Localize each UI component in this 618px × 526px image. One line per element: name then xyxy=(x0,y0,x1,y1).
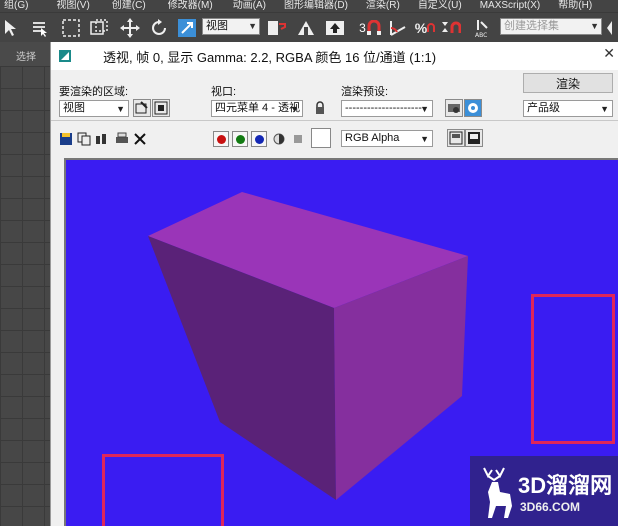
menu-maxscript[interactable]: MAXScript(X) xyxy=(476,0,545,12)
keyboard-shortcut-icon[interactable] xyxy=(324,17,346,39)
close-icon[interactable]: ✕ xyxy=(603,45,615,62)
snaps-toggle-icon[interactable]: 3 xyxy=(356,17,384,39)
render-window-title: 透视, 帧 0, 显示 Gamma: 2.2, RGBA 颜色 16 位/通道 … xyxy=(103,49,437,65)
percent-snap-icon[interactable]: % xyxy=(414,17,436,39)
alpha-channel-icon[interactable] xyxy=(270,130,288,148)
environment-effects-icon[interactable] xyxy=(464,99,482,117)
viewport-grid[interactable] xyxy=(0,66,50,526)
menu-create[interactable]: 创建(C) xyxy=(108,0,150,12)
clear-icon[interactable] xyxy=(131,130,149,148)
menu-help[interactable]: 帮助(H) xyxy=(554,0,596,12)
mirror-icon[interactable] xyxy=(606,17,618,39)
chevron-down-icon: ▼ xyxy=(420,104,429,114)
watermark: 3D溜溜网 3D66.COM xyxy=(470,456,618,526)
rect-selection-region-icon[interactable] xyxy=(60,17,82,39)
scale-icon[interactable] xyxy=(176,17,198,39)
edit-region-icon[interactable] xyxy=(133,99,151,117)
lock-icon[interactable] xyxy=(311,99,329,117)
angle-snap-icon[interactable] xyxy=(388,17,410,39)
watermark-domain: 3D66.COM xyxy=(520,500,581,514)
toggle-ui-overlay-icon[interactable] xyxy=(447,129,465,147)
named-selection-set-dropdown[interactable]: 创建选择集 ▼ xyxy=(500,18,602,35)
toolbar-divider xyxy=(51,120,618,121)
pivot-center-icon[interactable] xyxy=(264,17,288,39)
render-quality-dropdown[interactable]: 产品级 ▼ xyxy=(523,100,613,117)
red-channel-icon[interactable] xyxy=(213,131,229,147)
selection-tab[interactable]: 选择 xyxy=(0,42,50,66)
auto-region-icon[interactable] xyxy=(152,99,170,117)
window-crossing-icon[interactable] xyxy=(88,17,110,39)
render-button[interactable]: 渲染 xyxy=(523,73,613,93)
toggle-ui-icon[interactable] xyxy=(465,129,483,147)
chevron-down-icon: ▼ xyxy=(290,104,299,114)
menu-views[interactable]: 视图(V) xyxy=(52,0,93,12)
area-to-render-label: 要渲染的区域: xyxy=(59,86,129,98)
chevron-down-icon: ▼ xyxy=(116,104,125,114)
print-image-icon[interactable] xyxy=(113,130,131,148)
chevron-down-icon: ▼ xyxy=(248,21,257,31)
menu-group[interactable]: 组(G) xyxy=(0,0,32,12)
named-selection-set-value: 创建选择集 xyxy=(504,20,559,32)
main-toolbar: 视图 ▼ 3 % ABC 创建选择集 ▼ xyxy=(0,12,618,42)
spinner-snap-icon[interactable] xyxy=(438,17,462,39)
area-to-render-value: 视图 xyxy=(63,102,85,114)
blue-channel-icon[interactable] xyxy=(251,131,267,147)
render-setup-icon[interactable] xyxy=(445,99,463,117)
chevron-down-icon: ▼ xyxy=(420,134,429,144)
render-preset-dropdown[interactable]: --------------------- ▼ xyxy=(341,100,433,117)
deer-logo-icon xyxy=(483,467,512,518)
snap-number: 3 xyxy=(359,21,366,35)
select-manipulate-icon[interactable] xyxy=(296,17,316,39)
rotate-icon[interactable] xyxy=(148,17,170,39)
display-channel-dropdown[interactable]: RGB Alpha ▼ xyxy=(341,130,433,147)
area-to-render-dropdown[interactable]: 视图 ▼ xyxy=(59,100,129,117)
monochrome-icon[interactable] xyxy=(289,130,307,148)
app-icon xyxy=(59,50,71,62)
render-preset-label: 渲染预设: xyxy=(341,86,389,98)
render-preset-value: --------------------- xyxy=(345,102,422,114)
app-window: 组(G) 视图(V) 创建(C) 修改器(M) 动画(A) 图形编辑器(D) 渲… xyxy=(0,0,618,526)
edit-named-selection-icon[interactable]: ABC xyxy=(472,17,494,39)
viewport-value: 四元菜单 4 - 透视 xyxy=(215,102,300,114)
menu-animation[interactable]: 动画(A) xyxy=(229,0,270,12)
green-channel-icon[interactable] xyxy=(232,131,248,147)
chevron-down-icon: ▼ xyxy=(600,104,609,114)
swatch-color-box[interactable] xyxy=(311,128,331,148)
menu-rendering[interactable]: 渲染(R) xyxy=(362,0,404,12)
watermark-brand: 3D溜溜网 xyxy=(518,473,613,498)
highlight-rectangle-left xyxy=(102,454,224,526)
chevron-down-icon: ▼ xyxy=(590,21,599,31)
move-icon[interactable] xyxy=(118,17,142,39)
copy-image-icon[interactable] xyxy=(75,130,93,148)
menu-graph-editors[interactable]: 图形编辑器(D) xyxy=(280,0,352,12)
reference-coordinate-dropdown[interactable]: 视图 ▼ xyxy=(202,18,260,35)
select-object-icon[interactable] xyxy=(0,17,22,39)
menu-modifiers[interactable]: 修改器(M) xyxy=(164,0,217,12)
reference-coordinate-value: 视图 xyxy=(206,20,228,32)
main-menu-bar: 组(G) 视图(V) 创建(C) 修改器(M) 动画(A) 图形编辑器(D) 渲… xyxy=(0,0,618,12)
render-window-titlebar[interactable]: 透视, 帧 0, 显示 Gamma: 2.2, RGBA 颜色 16 位/通道 … xyxy=(51,42,618,70)
menu-customize[interactable]: 自定义(U) xyxy=(414,0,466,12)
svg-text:ABC: ABC xyxy=(475,32,487,38)
display-channel-value: RGB Alpha xyxy=(345,132,400,144)
save-image-icon[interactable] xyxy=(57,130,75,148)
rendered-frame-window: 透视, 帧 0, 显示 Gamma: 2.2, RGBA 颜色 16 位/通道 … xyxy=(50,42,618,526)
render-quality-value: 产品级 xyxy=(527,102,560,114)
render-output-canvas[interactable]: 3D溜溜网 3D66.COM xyxy=(64,158,618,526)
highlight-rectangle-right xyxy=(531,294,615,444)
clone-frame-window-icon[interactable] xyxy=(93,130,111,148)
viewport-label: 视口: xyxy=(211,86,237,98)
viewport-dropdown[interactable]: 四元菜单 4 - 透视 ▼ xyxy=(211,100,303,117)
select-by-name-icon[interactable] xyxy=(30,17,50,39)
